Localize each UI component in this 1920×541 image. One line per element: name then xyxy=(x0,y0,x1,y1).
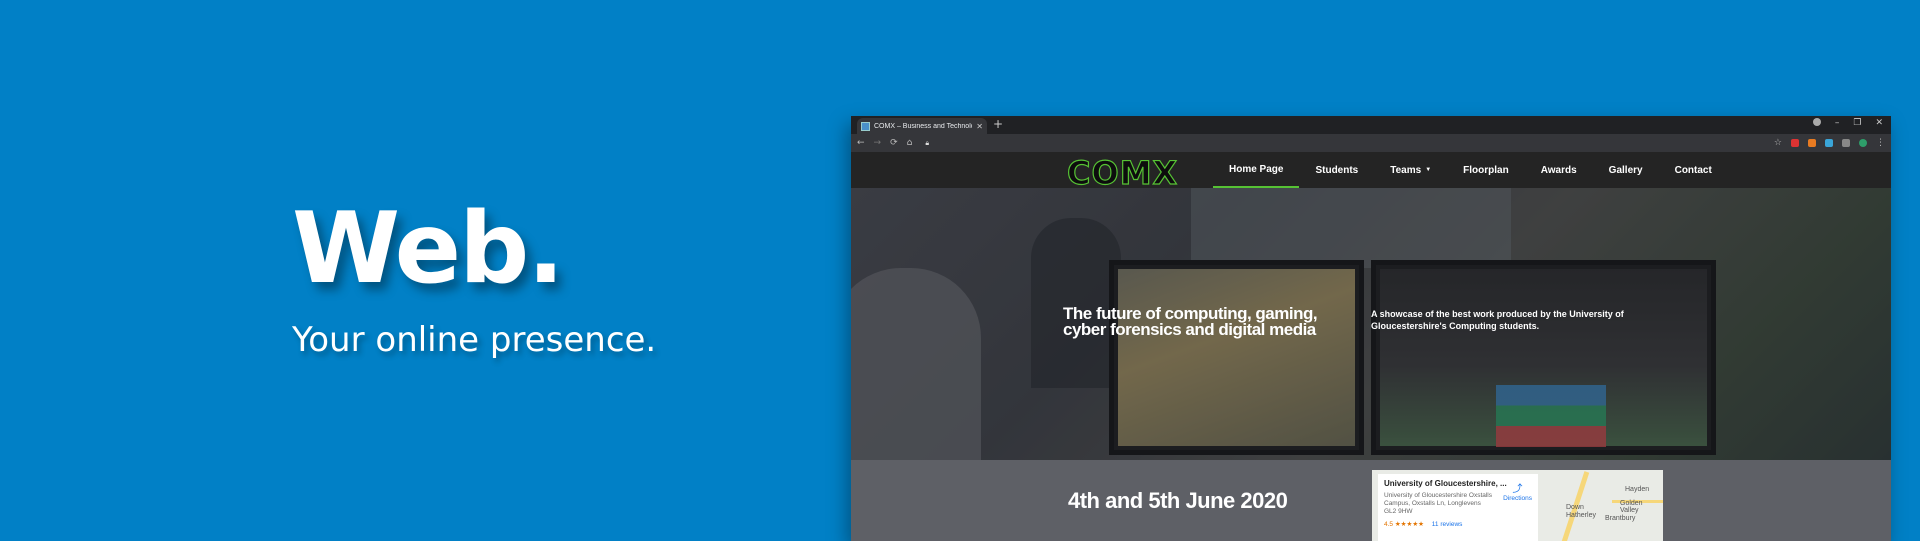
close-window-icon[interactable]: ✕ xyxy=(1875,118,1883,128)
directions-icon: ⤴ xyxy=(1512,484,1523,495)
extensions: ⋮ xyxy=(1791,138,1885,148)
nav-home[interactable]: Home Page xyxy=(1213,152,1300,188)
nav-awards[interactable]: Awards xyxy=(1525,152,1593,188)
hero-subtitle: Your online presence. xyxy=(292,320,657,360)
banner-text: A showcase of the best work produced by … xyxy=(1371,309,1624,331)
website-viewport: COMX Home Page Students Teams ▼ Floorpla… xyxy=(851,152,1891,541)
nav-teams-label: Teams xyxy=(1390,164,1422,176)
window-controls: – ❐ ✕ xyxy=(1812,118,1883,128)
map-embed[interactable]: Hayden Golden Valley Down Hatherley Bran… xyxy=(1372,470,1663,541)
map-label: Golden Valley xyxy=(1620,500,1643,514)
restore-icon[interactable]: ❐ xyxy=(1853,118,1861,128)
puzzle-icon[interactable] xyxy=(1842,139,1850,147)
map-rating-stars: 4.5 ★★★★★ xyxy=(1384,521,1424,528)
lock-icon: 🔒︎ xyxy=(925,138,930,147)
nav-menu: Home Page Students Teams ▼ Floorplan Awa… xyxy=(1213,152,1728,188)
hero-title: Web. xyxy=(292,192,564,306)
extension-orange-icon[interactable] xyxy=(1808,139,1816,147)
map-rating: 4.5 ★★★★★ 11 reviews xyxy=(1384,520,1532,528)
extension-blue-icon[interactable] xyxy=(1825,139,1833,147)
minimize-icon[interactable]: – xyxy=(1835,118,1840,128)
site-nav: COMX Home Page Students Teams ▼ Floorpla… xyxy=(851,152,1891,193)
reload-icon[interactable]: ⟳ xyxy=(890,138,898,148)
forward-icon[interactable]: → xyxy=(874,138,882,148)
address-bar[interactable]: 🔒︎ xyxy=(921,137,1765,150)
map-reviews-link[interactable]: 11 reviews xyxy=(1432,521,1463,528)
map-label: Hayden xyxy=(1625,486,1650,493)
directions-button[interactable]: ⤴ Directions xyxy=(1503,480,1532,502)
browser-toolbar: ← → ⟳ ⌂ 🔒︎ ☆ ⋮ xyxy=(851,134,1891,152)
hero-banner: The future of computing, gaming, cyber f… xyxy=(851,188,1891,460)
media-icon[interactable] xyxy=(1812,118,1821,126)
menu-dots-icon[interactable]: ⋮ xyxy=(1876,138,1885,148)
profile-avatar[interactable] xyxy=(1859,139,1867,147)
bookmark-star-icon[interactable]: ☆ xyxy=(1774,138,1782,148)
tab-bar: COMX – Business and Technology ✕ + – ❐ ✕ xyxy=(851,116,1891,134)
banner-heading: The future of computing, gaming, cyber f… xyxy=(1063,304,1318,339)
extension-red-icon[interactable] xyxy=(1791,139,1799,147)
map-label: Brantbury xyxy=(1605,515,1636,522)
nav-teams[interactable]: Teams ▼ xyxy=(1374,152,1447,188)
map-info-card: University of Gloucestershire, ... Unive… xyxy=(1378,474,1538,541)
map-address: University of Gloucestershire Oxstalls C… xyxy=(1384,492,1493,515)
nav-contact[interactable]: Contact xyxy=(1659,152,1728,188)
hero-text: Web. Your online presence. xyxy=(292,200,656,360)
nav-floorplan[interactable]: Floorplan xyxy=(1447,152,1525,188)
event-dates: 4th and 5th June 2020 xyxy=(1068,488,1288,513)
browser-window: COMX – Business and Technology ✕ + – ❐ ✕… xyxy=(851,116,1891,541)
new-tab-button[interactable]: + xyxy=(993,117,1003,131)
caret-down-icon: ▼ xyxy=(1425,167,1432,173)
nav-students[interactable]: Students xyxy=(1299,152,1374,188)
home-icon[interactable]: ⌂ xyxy=(907,138,913,148)
close-tab-icon[interactable]: ✕ xyxy=(976,122,983,131)
site-logo[interactable]: COMX xyxy=(1066,153,1178,192)
nav-gallery[interactable]: Gallery xyxy=(1593,152,1659,188)
back-icon[interactable]: ← xyxy=(857,138,865,148)
directions-label: Directions xyxy=(1503,495,1532,502)
map-label: Down Hatherley xyxy=(1566,504,1596,519)
favicon-icon xyxy=(861,121,870,131)
browser-tab[interactable]: COMX – Business and Technology ✕ xyxy=(857,118,987,134)
tab-title: COMX – Business and Technology xyxy=(874,122,973,130)
